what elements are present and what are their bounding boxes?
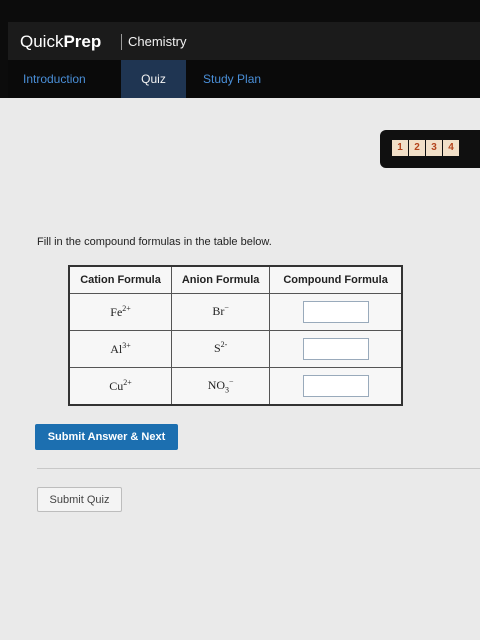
submit-quiz-button[interactable]: Submit Quiz xyxy=(37,487,122,512)
compound-cell xyxy=(269,330,403,368)
app-header: QuickPrep Chemistry xyxy=(8,22,480,60)
formula-table: Cation Formula Anion Formula Compound Fo… xyxy=(68,265,403,406)
anion-cell: S2- xyxy=(171,330,271,368)
brand-divider xyxy=(121,34,122,50)
quiz-content: 1 2 3 4 Fill in the compound formulas in… xyxy=(0,98,480,640)
cation-cell: Al3+ xyxy=(68,330,173,368)
submit-answer-next-button[interactable]: Submit Answer & Next xyxy=(35,424,178,450)
nav-bar: Introduction Quiz Study Plan xyxy=(8,60,480,98)
brand-prep: Prep xyxy=(63,32,102,51)
cation-symbol: Cu xyxy=(109,379,124,393)
compound-cell xyxy=(269,367,403,406)
section-divider xyxy=(37,468,480,469)
brand-quick: Quick xyxy=(20,32,64,51)
tab-quiz[interactable]: Quiz xyxy=(121,60,186,98)
compound-formula-input[interactable] xyxy=(302,338,369,360)
compound-formula-input[interactable] xyxy=(302,375,369,397)
table-header-row: Cation Formula Anion Formula Compound Fo… xyxy=(68,265,403,294)
question-page-2[interactable]: 2 xyxy=(409,140,425,156)
anion-cell: NO3− xyxy=(171,367,271,406)
anion-symbol: NO xyxy=(207,378,226,393)
anion-symbol: S xyxy=(213,341,221,356)
cation-symbol: Al xyxy=(110,342,123,356)
anion-charge: 2- xyxy=(220,340,228,350)
tab-study-plan[interactable]: Study Plan xyxy=(203,60,283,98)
table-row: Fe2+ Br− xyxy=(68,293,403,331)
question-page-4[interactable]: 4 xyxy=(443,140,459,156)
cation-symbol: Fe xyxy=(110,305,123,319)
cation-cell: Fe2+ xyxy=(68,293,173,331)
header-anion: Anion Formula xyxy=(171,265,271,294)
table-row: Al3+ S2- xyxy=(68,330,403,368)
tab-introduction[interactable]: Introduction xyxy=(23,60,111,98)
table-row: Cu2+ NO3− xyxy=(68,367,403,406)
anion-charge: − xyxy=(224,303,229,313)
compound-cell xyxy=(269,293,403,331)
question-page-3[interactable]: 3 xyxy=(426,140,442,156)
question-page-1[interactable]: 1 xyxy=(392,140,408,156)
header-cation: Cation Formula xyxy=(68,265,173,294)
anion-symbol: Br xyxy=(212,304,225,319)
question-pager: 1 2 3 4 xyxy=(380,130,480,168)
question-page-list: 1 2 3 4 xyxy=(392,140,459,156)
header-compound: Compound Formula xyxy=(269,265,403,294)
cation-cell: Cu2+ xyxy=(68,367,173,406)
cation-charge: 3+ xyxy=(122,341,131,350)
anion-charge: − xyxy=(229,377,234,387)
anion-cell: Br− xyxy=(171,293,271,331)
anion-subscript: 3 xyxy=(225,385,230,395)
cation-charge: 2+ xyxy=(122,304,131,313)
compound-formula-input[interactable] xyxy=(302,301,369,323)
app-logo[interactable]: QuickPrep xyxy=(20,32,101,52)
subject-label: Chemistry xyxy=(128,34,187,49)
cation-charge: 2+ xyxy=(123,378,132,387)
question-instructions: Fill in the compound formulas in the tab… xyxy=(37,236,272,248)
